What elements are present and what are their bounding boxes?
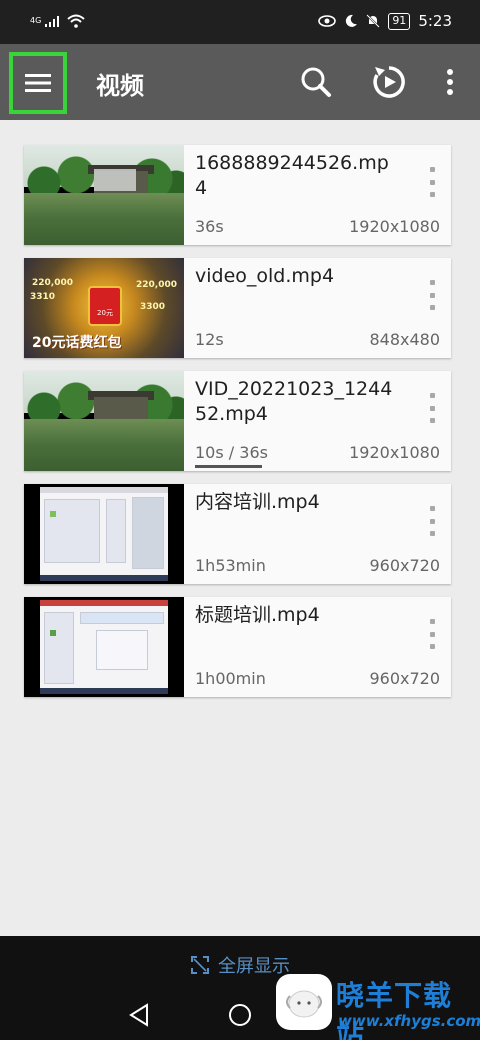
nav-back-button[interactable] [124, 1000, 154, 1030]
video-filename: 内容培训.mp4 [195, 491, 320, 513]
video-filename: video_old.mp4 [195, 265, 335, 287]
video-thumbnail [24, 371, 184, 471]
item-more-button[interactable] [427, 393, 437, 423]
video-resolution: 960x720 [369, 669, 440, 688]
history-button[interactable] [367, 60, 411, 104]
video-duration: 10s / 36s [195, 443, 268, 462]
video-thumbnail [24, 145, 184, 245]
more-vert-icon [447, 69, 453, 95]
video-list: 1688889244526.mp4 36s 1920x1080 220,000 … [24, 145, 451, 710]
app-bar: 视频 [0, 44, 480, 120]
video-resolution: 1920x1080 [349, 217, 440, 236]
wifi-icon [67, 14, 85, 28]
nav-home-button[interactable] [225, 1000, 255, 1030]
red-envelope-icon: 20元 [88, 286, 122, 326]
status-left: 4G [30, 14, 85, 28]
video-filename: 标题培训.mp4 [195, 604, 320, 626]
status-right: 91 5:23 [318, 12, 452, 30]
back-triangle-icon [129, 1003, 148, 1027]
eye-icon [318, 15, 337, 27]
watermark-url: www.xfhygs.com [338, 1012, 480, 1030]
video-item[interactable]: 220,000 3310 220,000 3300 20元 20元话费红包 vi… [24, 258, 451, 358]
video-item[interactable]: VID_20221023_124452.mp4 10s / 36s 1920x1… [24, 371, 451, 471]
video-thumbnail: 220,000 3310 220,000 3300 20元 20元话费红包 [24, 258, 184, 358]
overflow-menu-button[interactable] [428, 60, 472, 104]
home-circle-icon [229, 1004, 251, 1026]
item-more-button[interactable] [427, 280, 437, 310]
status-bar: 4G 91 5:23 [0, 0, 480, 44]
signal-icon [45, 16, 60, 27]
video-resolution: 960x720 [369, 556, 440, 575]
video-item[interactable]: 内容培训.mp4 1h53min 960x720 [24, 484, 451, 584]
network-type: 4G [30, 16, 42, 25]
menu-button[interactable] [9, 52, 67, 114]
item-more-button[interactable] [427, 506, 437, 536]
page-title: 视频 [96, 72, 144, 100]
search-icon [301, 67, 331, 97]
video-filename: VID_20221023_124452.mp4 [195, 378, 393, 425]
mute-bell-icon [366, 14, 381, 28]
video-resolution: 1920x1080 [349, 443, 440, 462]
video-item[interactable]: 标题培训.mp4 1h00min 960x720 [24, 597, 451, 697]
video-duration: 12s [195, 330, 224, 349]
playback-progress [195, 465, 262, 468]
clock: 5:23 [418, 12, 452, 30]
video-duration: 1h00min [195, 669, 266, 688]
expand-icon [191, 956, 209, 974]
video-filename: 1688889244526.mp4 [195, 152, 389, 199]
sheep-logo-icon [276, 974, 332, 1030]
watermark: 晓羊下载站 www.xfhygs.com [276, 972, 480, 1040]
video-item[interactable]: 1688889244526.mp4 36s 1920x1080 [24, 145, 451, 245]
hamburger-icon [25, 74, 51, 92]
video-resolution: 848x480 [369, 330, 440, 349]
item-more-button[interactable] [427, 167, 437, 197]
search-button[interactable] [294, 60, 338, 104]
video-duration: 1h53min [195, 556, 266, 575]
moon-icon [346, 14, 358, 27]
video-duration: 36s [195, 217, 224, 236]
thumbnail-caption: 20元话费红包 [32, 335, 122, 351]
video-thumbnail [24, 597, 184, 697]
replay-icon [373, 66, 405, 98]
video-thumbnail [24, 484, 184, 584]
watermark-text: 晓羊下载站 [336, 979, 453, 1040]
item-more-button[interactable] [427, 619, 437, 649]
battery-indicator: 91 [388, 12, 411, 30]
